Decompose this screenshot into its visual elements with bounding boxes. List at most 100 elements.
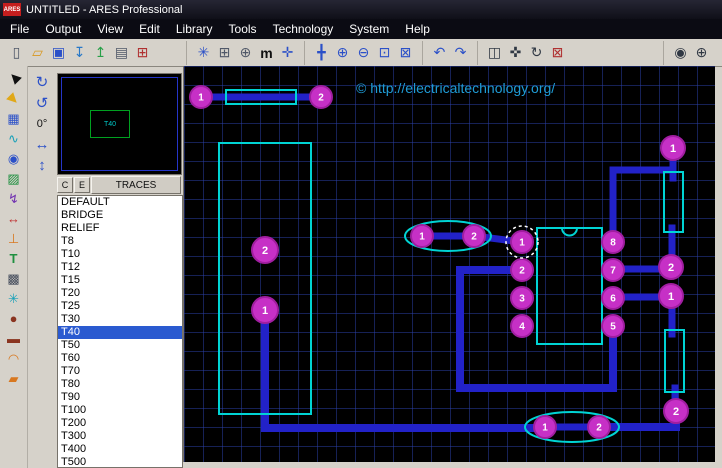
block-copy-icon[interactable]: ◫: [484, 42, 505, 63]
zoom-in-icon[interactable]: ⊕: [332, 42, 353, 63]
connectivity-mode-icon[interactable]: ↔: [4, 209, 24, 228]
redraw-icon[interactable]: ✳: [193, 42, 214, 63]
new-file-icon[interactable]: ▯: [6, 42, 27, 63]
graphics-box-icon[interactable]: ▬: [4, 329, 24, 348]
list-item-t15[interactable]: T15: [58, 274, 182, 287]
undo-icon[interactable]: ↶: [429, 42, 450, 63]
trace-style-list[interactable]: DEFAULTBRIDGERELIEFT8T10T12T15T20T25T30T…: [57, 195, 183, 468]
titlebar: ARES UNTITLED - ARES Professional: [0, 0, 722, 19]
menu-view[interactable]: View: [89, 20, 131, 38]
pad-number: 2: [668, 262, 674, 274]
mark-output-icon[interactable]: ⊞: [132, 42, 153, 63]
pcb-canvas[interactable]: 12211212348765121212© http://electricalt…: [183, 66, 715, 462]
list-item-t200[interactable]: T200: [58, 417, 182, 430]
pad-number: 4: [519, 322, 525, 333]
menu-file[interactable]: File: [2, 20, 37, 38]
open-folder-icon[interactable]: ▱: [27, 42, 48, 63]
list-item-t40[interactable]: T40: [58, 326, 182, 339]
print-icon[interactable]: ▤: [111, 42, 132, 63]
zoom-all-icon[interactable]: ⊠: [395, 42, 416, 63]
list-item-t8[interactable]: T8: [58, 235, 182, 248]
selector-edit-button[interactable]: E: [74, 177, 90, 193]
search-zoom-icon[interactable]: ⊕: [691, 42, 712, 63]
list-item-t25[interactable]: T25: [58, 300, 182, 313]
zoom-out-icon[interactable]: ⊖: [353, 42, 374, 63]
list-item-t400[interactable]: T400: [58, 443, 182, 456]
list-item-t10[interactable]: T10: [58, 248, 182, 261]
zone-mode-icon[interactable]: ▨: [4, 169, 24, 188]
flip-vertical-button[interactable]: ↕: [31, 156, 53, 175]
pad-number: 2: [673, 406, 679, 418]
list-item-t20[interactable]: T20: [58, 287, 182, 300]
flip-horizontal-button[interactable]: ↔: [31, 135, 53, 154]
overview-preview-label: T40: [104, 121, 116, 128]
graphics-circle-icon[interactable]: ●: [4, 309, 24, 328]
menu-edit[interactable]: Edit: [131, 20, 168, 38]
list-item-t12[interactable]: T12: [58, 261, 182, 274]
list-item-t80[interactable]: T80: [58, 378, 182, 391]
list-item-t30[interactable]: T30: [58, 313, 182, 326]
metric-toggle-icon[interactable]: m: [256, 42, 277, 63]
graphics-arc-icon[interactable]: ◠: [4, 349, 24, 368]
zoom-area-icon[interactable]: ⊡: [374, 42, 395, 63]
orientation-controls: ↻ ↺ 0° ↔ ↕: [28, 72, 56, 175]
list-item-t300[interactable]: T300: [58, 430, 182, 443]
rotate-ccw-button[interactable]: ↺: [31, 93, 53, 112]
trace-mode-icon[interactable]: ∿: [4, 129, 24, 148]
zoom-group: ╋⊕⊖⊡⊠: [304, 41, 419, 65]
menu-library[interactable]: Library: [168, 20, 221, 38]
toolbar: ▯▱▣↧↥▤⊞✳⊞⊕m✛╋⊕⊖⊡⊠↶↷◫✜↻⊠◉⊕: [0, 39, 722, 67]
object-selector-header: C E TRACES: [57, 176, 181, 194]
selector-title: TRACES: [91, 176, 181, 194]
save-icon[interactable]: ▣: [48, 42, 69, 63]
component-outline[interactable]: [665, 330, 684, 392]
block-move-icon[interactable]: ✜: [505, 42, 526, 63]
menu-help[interactable]: Help: [397, 20, 438, 38]
pad-number: 2: [262, 245, 268, 257]
redo-icon[interactable]: ↷: [450, 42, 471, 63]
menu-system[interactable]: System: [341, 20, 397, 38]
pick-parts-icon[interactable]: ◉: [670, 42, 691, 63]
undo-group: ↶↷: [422, 41, 474, 65]
pad-number: 1: [542, 423, 548, 434]
ratsnest-mode-icon[interactable]: ↯: [4, 189, 24, 208]
text-mode-icon[interactable]: T: [4, 249, 24, 268]
list-item-t500[interactable]: T500: [58, 456, 182, 468]
tools-group: ◉⊕: [663, 41, 715, 65]
watermark-text: © http://electricaltechnology.org/: [356, 80, 555, 96]
block-rotate-icon[interactable]: ↻: [526, 42, 547, 63]
overview-panel[interactable]: T40: [57, 73, 182, 175]
list-item-t70[interactable]: T70: [58, 365, 182, 378]
selector-create-button[interactable]: C: [57, 177, 73, 193]
pcb-svg[interactable]: 12211212348765121212© http://electricalt…: [184, 66, 715, 462]
pin-mode-icon[interactable]: ⊥: [4, 229, 24, 248]
pad-number: 8: [610, 238, 616, 249]
pan-icon[interactable]: ╋: [311, 42, 332, 63]
list-item-bridge[interactable]: BRIDGE: [58, 209, 182, 222]
rotate-cw-button[interactable]: ↻: [31, 72, 53, 91]
list-item-default[interactable]: DEFAULT: [58, 196, 182, 209]
menu-technology[interactable]: Technology: [265, 20, 342, 38]
grid-toggle-icon[interactable]: ⊞: [214, 42, 235, 63]
copper-trace[interactable]: [265, 310, 545, 428]
list-item-t100[interactable]: T100: [58, 404, 182, 417]
menu-output[interactable]: Output: [37, 20, 89, 38]
menu-tools[interactable]: Tools: [221, 20, 265, 38]
pad-number: 5: [610, 322, 616, 333]
x-cursor-icon[interactable]: ✛: [277, 42, 298, 63]
graphics-path-icon[interactable]: ▰: [4, 369, 24, 388]
false-origin-icon[interactable]: ⊕: [235, 42, 256, 63]
list-item-t60[interactable]: T60: [58, 352, 182, 365]
menubar: FileOutputViewEditLibraryToolsTechnology…: [0, 19, 722, 39]
angle-display: 0°: [31, 114, 53, 133]
via-mode-icon[interactable]: ◉: [4, 149, 24, 168]
list-item-relief[interactable]: RELIEF: [58, 222, 182, 235]
import-icon[interactable]: ↧: [69, 42, 90, 63]
symbol-mode-icon[interactable]: ▩: [4, 269, 24, 288]
block-delete-icon[interactable]: ⊠: [547, 42, 568, 63]
marker-mode-icon[interactable]: ✳: [4, 289, 24, 308]
export-icon[interactable]: ↥: [90, 42, 111, 63]
component-outline[interactable]: [537, 228, 602, 344]
list-item-t50[interactable]: T50: [58, 339, 182, 352]
list-item-t90[interactable]: T90: [58, 391, 182, 404]
